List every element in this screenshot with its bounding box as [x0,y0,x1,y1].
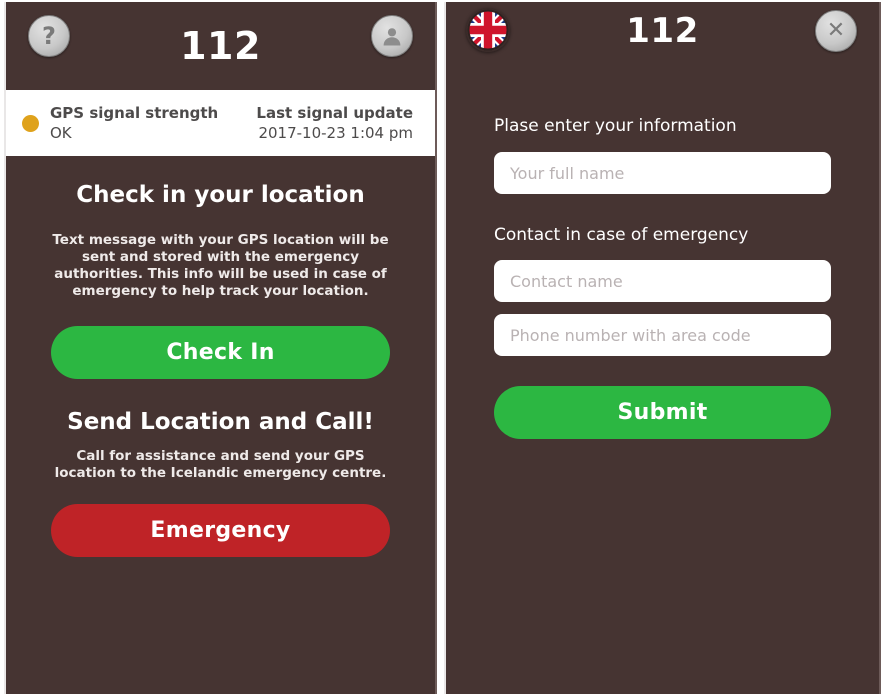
form-heading: Plase enter your information [494,116,737,136]
user-avatar-icon [380,24,404,48]
left-content: Check in your location Text message with… [6,182,435,558]
right-header-bar: 112 ✕ [446,2,879,60]
full-name-input[interactable] [494,152,831,194]
gps-signal-texts: GPS signal strength OK [50,104,218,143]
check-in-button[interactable]: Check In [51,325,390,379]
left-screen-panel: ? 112 GPS signal strength OK Last signal… [4,2,437,694]
submit-button[interactable]: Submit [494,386,831,439]
last-update-label: Last signal update [256,103,413,122]
app-title: 112 [180,24,261,68]
help-button[interactable]: ? [28,15,70,57]
language-selector-button[interactable] [466,8,510,52]
left-header-bar: ? 112 [6,2,435,90]
phone-number-input[interactable] [494,314,831,356]
emergency-button[interactable]: Emergency [51,504,390,558]
close-button[interactable]: ✕ [815,10,857,52]
app-title-right: 112 [626,11,699,51]
contact-section-heading: Contact in case of emergency [494,225,749,245]
right-screen-panel: 112 ✕ Plase enter your information Conta… [444,2,881,694]
uk-flag-icon [467,9,509,51]
checkin-section-title: Check in your location [76,182,365,208]
information-form: Plase enter your information Contact in … [446,115,879,439]
profile-button[interactable] [371,15,413,57]
gps-signal-value: OK [50,123,72,142]
emergency-section-description: Call for assistance and send your GPS lo… [54,448,387,482]
close-x-icon: ✕ [826,18,846,43]
emergency-section-title: Send Location and Call! [67,408,374,435]
contact-name-input[interactable] [494,260,831,302]
last-update-value: 2017-10-23 1:04 pm [258,123,413,142]
last-update-group: Last signal update 2017-10-23 1:04 pm [256,104,413,143]
app-screenshots: ? 112 GPS signal strength OK Last signal… [0,0,883,700]
gps-signal-group: GPS signal strength OK [22,104,218,143]
checkin-section-description: Text message with your GPS location will… [52,231,389,299]
gps-status-dot-icon [22,114,39,132]
question-mark-icon: ? [42,22,56,50]
gps-status-bar: GPS signal strength OK Last signal updat… [6,90,435,156]
gps-signal-label: GPS signal strength [50,103,219,122]
